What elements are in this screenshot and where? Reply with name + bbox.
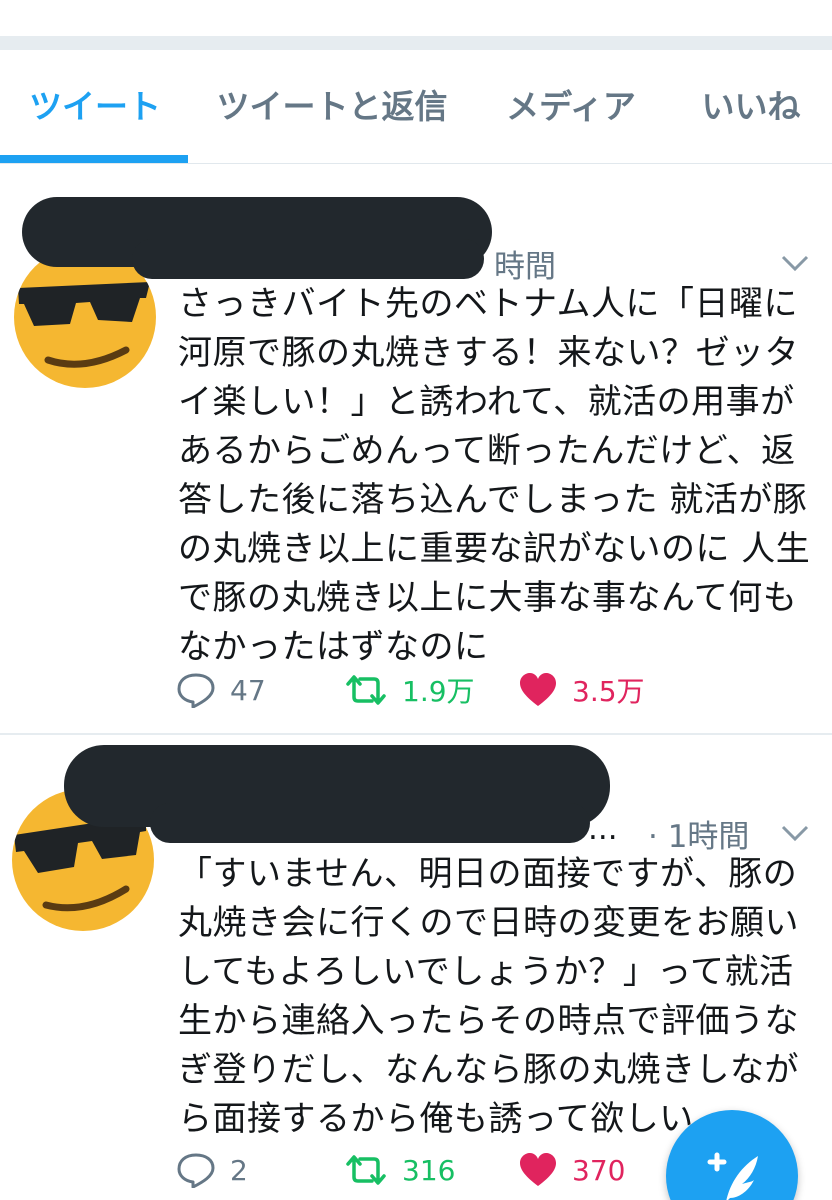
reply-count: 2 <box>230 1153 248 1187</box>
reply-button[interactable]: 2 <box>176 1150 248 1190</box>
reply-count: 47 <box>230 673 266 707</box>
active-tab-indicator <box>0 155 188 163</box>
retweet-button[interactable]: 316 <box>344 1150 455 1190</box>
tab-tweets-and-replies[interactable]: ツイートと返信 <box>212 50 452 164</box>
chevron-down-icon[interactable] <box>780 253 810 273</box>
compose-tweet-icon <box>707 1152 758 1200</box>
tweet-text: 「すいません、明日の面接ですが、豚の 丸焼き会に行くので日時の変更をお願い して… <box>178 854 799 1139</box>
heart-icon <box>520 1153 556 1186</box>
reply-icon <box>177 673 215 708</box>
heart-icon <box>520 673 556 706</box>
retweet-icon <box>346 675 386 705</box>
redacted-handle <box>132 239 484 279</box>
reply-button[interactable]: 47 <box>176 670 266 710</box>
handle-ellipsis: ... <box>588 811 618 847</box>
tweet-actions: 47 1.9万 3.5万 <box>176 670 796 710</box>
tab-tweets[interactable]: ツイート <box>20 50 170 164</box>
top-bar <box>0 0 832 38</box>
tweet[interactable]: 時間 さっきバイト先のベトナム人に「日曜に 河原で豚の丸焼きする！来ない？ゼッタ… <box>0 165 832 735</box>
redacted-handle <box>150 803 590 843</box>
like-button[interactable]: 3.5万 <box>518 670 645 710</box>
like-button[interactable]: 370 <box>518 1150 625 1190</box>
retweet-count: 316 <box>402 1153 456 1187</box>
compose-tweet-button[interactable] <box>666 1110 798 1200</box>
tab-media[interactable]: メディア <box>498 50 644 164</box>
profile-tabs: ツイート ツイートと返信 メディア いいね <box>0 50 832 164</box>
tab-likes[interactable]: いいね <box>696 50 806 164</box>
like-count: 370 <box>572 1153 626 1187</box>
chevron-down-icon[interactable] <box>780 823 810 843</box>
retweet-icon <box>346 1155 386 1185</box>
header-divider <box>0 36 832 50</box>
reply-icon <box>177 1153 215 1188</box>
like-count: 3.5万 <box>572 675 645 708</box>
retweet-count: 1.9万 <box>402 675 475 708</box>
tweet-text: さっきバイト先のベトナム人に「日曜に 河原で豚の丸焼きする！来ない？ゼッタ イ楽… <box>178 284 811 667</box>
retweet-button[interactable]: 1.9万 <box>344 670 475 710</box>
